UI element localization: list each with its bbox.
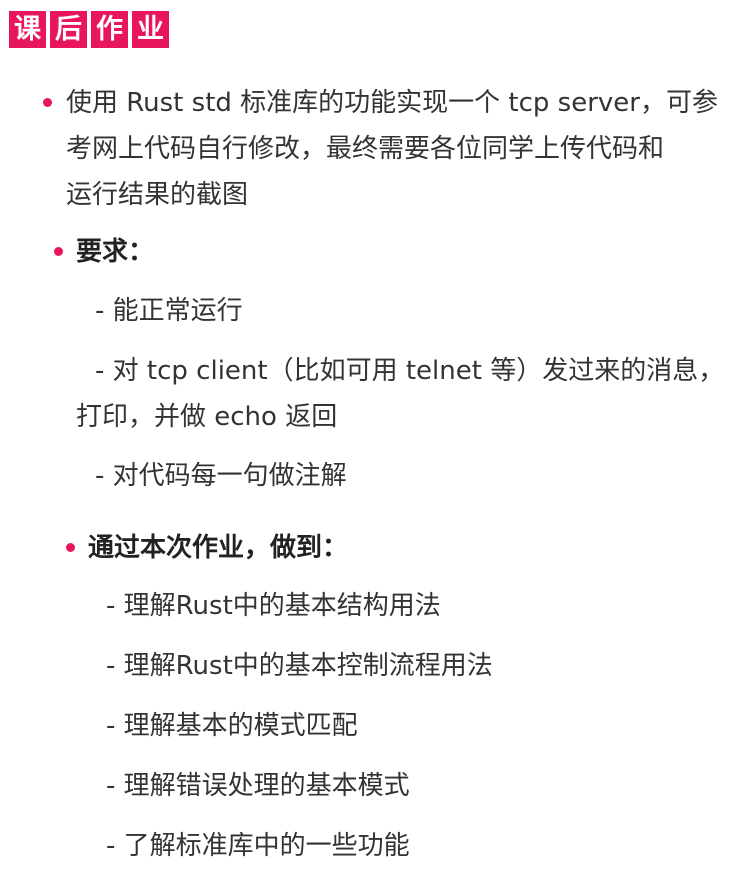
bullet-dot-icon <box>54 247 63 256</box>
bullet-dot-icon <box>43 98 52 107</box>
title-char: 业 <box>132 11 169 48</box>
task-description-line: 考网上代码自行修改，最终需要各位同学上传代码和 <box>66 134 665 164</box>
goal-item: - 理解Rust中的基本控制流程用法 <box>106 651 493 681</box>
bullet-dot-icon <box>66 543 75 552</box>
requirement-item: 打印，并做 echo 返回 <box>76 402 338 432</box>
task-description-line: 使用 Rust std 标准库的功能实现一个 tcp server，可参 <box>66 88 718 118</box>
page-title: 课 后 作 业 <box>9 11 169 48</box>
task-description-line: 运行结果的截图 <box>66 180 249 210</box>
goal-item: - 理解错误处理的基本模式 <box>106 771 410 801</box>
requirement-item: - 对代码每一句做注解 <box>95 461 347 491</box>
requirement-item: - 对 tcp client（比如可用 telnet 等）发过来的消息， <box>95 356 725 386</box>
goal-item: - 理解Rust中的基本结构用法 <box>106 591 441 621</box>
title-char: 后 <box>50 11 87 48</box>
requirement-item: - 能正常运行 <box>95 296 243 326</box>
goal-item: - 了解标准库中的一些功能 <box>106 831 410 861</box>
title-char: 课 <box>9 11 46 48</box>
goals-heading: 通过本次作业，做到： <box>88 533 349 563</box>
requirements-heading: 要求： <box>76 237 155 267</box>
title-char: 作 <box>91 11 128 48</box>
goal-item: - 理解基本的模式匹配 <box>106 711 358 741</box>
